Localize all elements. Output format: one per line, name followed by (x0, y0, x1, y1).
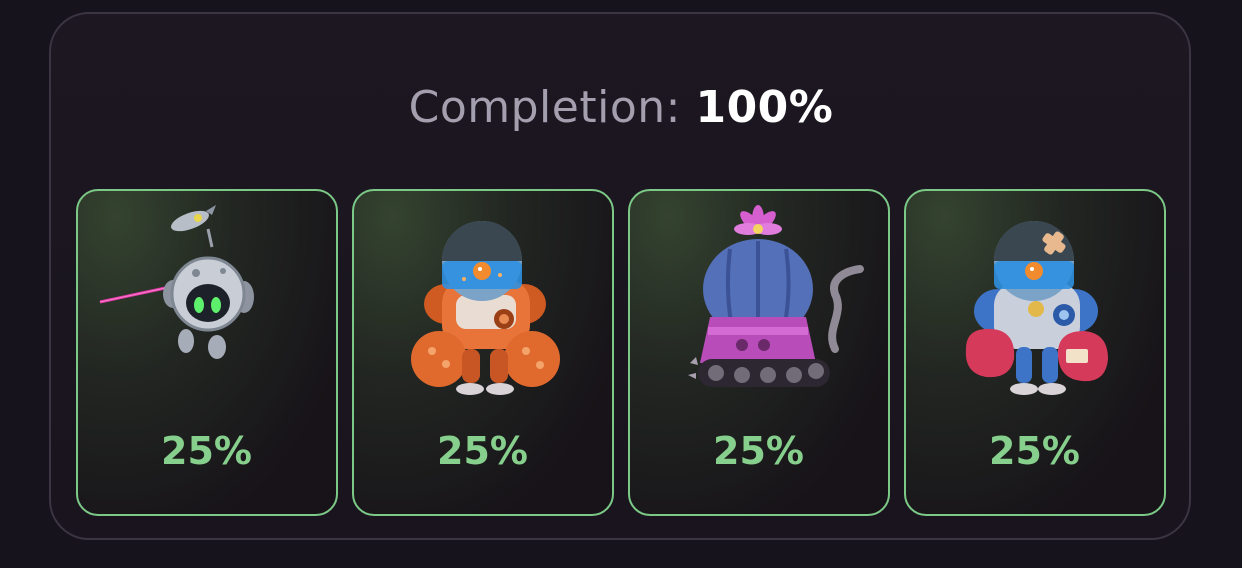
completion-title: Completion: 100% (0, 84, 1242, 132)
completion-label: Completion: (408, 82, 681, 133)
completion-value: 100% (695, 82, 834, 133)
cactus-tank-icon (688, 205, 864, 387)
card-percent: 25% (437, 429, 528, 473)
card-percent: 25% (989, 429, 1080, 473)
card-percent: 25% (161, 429, 252, 473)
card-percent: 25% (713, 429, 804, 473)
drone-robot-icon (99, 205, 254, 359)
character-card-cactus-tank[interactable]: 25% (628, 189, 890, 516)
character-card-orange-mech[interactable]: 25% (352, 189, 614, 516)
character-card-drone[interactable]: 25% (76, 189, 338, 516)
blue-mech-icon (965, 221, 1108, 395)
character-card-blue-mech[interactable]: 25% (904, 189, 1166, 516)
orange-mech-icon (411, 221, 560, 395)
